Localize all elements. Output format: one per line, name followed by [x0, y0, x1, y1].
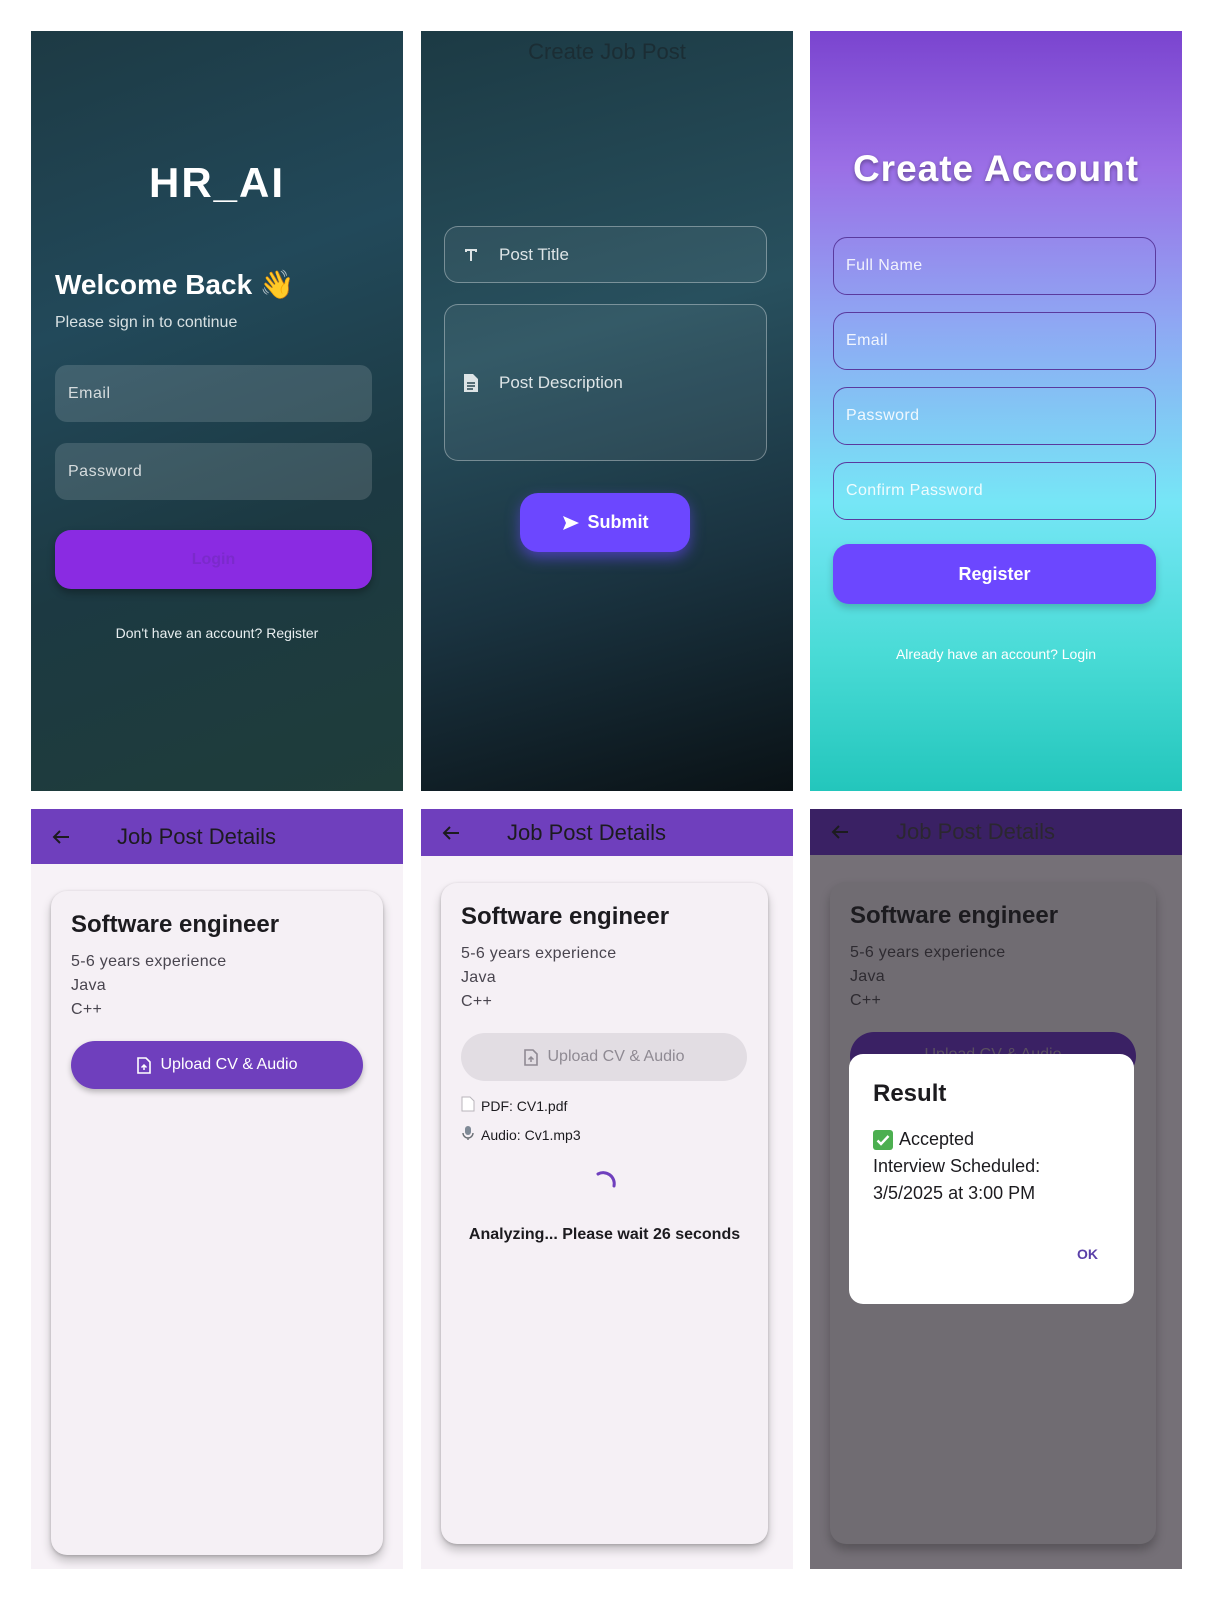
- full-name-field[interactable]: Full Name: [833, 237, 1156, 295]
- job-details-analyzing-screen: Job Post Details Software engineer 5-6 y…: [421, 809, 793, 1569]
- page-title: Create Account: [852, 148, 1140, 189]
- skill-line: Java: [71, 977, 106, 994]
- result-dialog: Result Accepted Interview Scheduled: 3/5…: [849, 1054, 1134, 1304]
- spinner-icon: [592, 1170, 618, 1201]
- pdf-file-line: PDF: CV1.pdf: [461, 1096, 567, 1115]
- job-title: Software engineer: [461, 903, 670, 930]
- analyzing-status: Analyzing... Please wait 26 seconds: [468, 1226, 741, 1243]
- document-icon: [461, 373, 481, 393]
- back-arrow-icon[interactable]: [830, 822, 850, 842]
- password-field[interactable]: Password: [833, 387, 1156, 445]
- login-button[interactable]: Login: [55, 530, 372, 589]
- email-field[interactable]: Email: [55, 365, 372, 422]
- password-field[interactable]: Password: [55, 443, 372, 500]
- audio-file-name: Audio: Cv1.mp3: [481, 1126, 581, 1143]
- register-link[interactable]: Don't have an account? Register: [31, 625, 403, 641]
- job-details-result-screen: Job Post Details Software engineer 5-6 y…: [810, 809, 1182, 1569]
- login-screen: HR_AI Welcome Back 👋 Please sign in to c…: [31, 31, 403, 791]
- text-title-icon: [461, 245, 481, 265]
- check-mark-icon: [873, 1129, 893, 1150]
- experience-line: 5-6 years experience: [850, 944, 1006, 961]
- app-bar: Job Post Details: [421, 809, 793, 856]
- email-field[interactable]: Email: [833, 312, 1156, 370]
- welcome-heading: Welcome Back 👋: [55, 269, 295, 300]
- app-bar: Job Post Details: [810, 809, 1182, 855]
- skill-line: C++: [850, 992, 882, 1009]
- register-button[interactable]: Register: [833, 544, 1156, 604]
- skill-line: Java: [461, 969, 496, 986]
- send-icon: [562, 515, 580, 531]
- ok-button[interactable]: OK: [1077, 1246, 1098, 1262]
- page-title: Create Job Post: [528, 39, 686, 64]
- back-arrow-icon[interactable]: [441, 823, 461, 843]
- register-screen: Create Account Full Name Email Password …: [810, 31, 1182, 791]
- login-link[interactable]: Already have an account? Login: [810, 646, 1182, 662]
- skill-line: C++: [461, 993, 493, 1010]
- interview-label: Interview Scheduled:: [873, 1156, 1041, 1176]
- create-post-screen: Create Job Post Post Title Post Descript…: [421, 31, 793, 791]
- upload-file-icon: [523, 1048, 538, 1066]
- app-bar: Job Post Details: [31, 809, 403, 864]
- job-details-screen: Job Post Details Software engineer 5-6 y…: [31, 809, 403, 1569]
- upload-file-icon: [136, 1056, 151, 1074]
- upload-cv-audio-button-disabled: Upload CV & Audio: [461, 1033, 747, 1081]
- interview-datetime: 3/5/2025 at 3:00 PM: [873, 1183, 1036, 1203]
- app-title: HR_AI: [148, 159, 286, 206]
- post-description-field[interactable]: Post Description: [444, 304, 767, 461]
- dialog-title: Result: [873, 1080, 947, 1107]
- experience-line: 5-6 years experience: [71, 953, 227, 970]
- appbar-title: Job Post Details: [117, 823, 276, 849]
- result-status-line: Accepted: [873, 1129, 974, 1150]
- job-card: Software engineer 5-6 years experience J…: [441, 883, 768, 1544]
- appbar-title: Job Post Details: [507, 819, 666, 845]
- appbar-title: Job Post Details: [896, 819, 1055, 844]
- upload-label: Upload CV & Audio: [160, 1056, 298, 1073]
- upload-cv-audio-button[interactable]: Upload CV & Audio: [71, 1041, 363, 1089]
- microphone-icon: [461, 1125, 475, 1144]
- submit-button[interactable]: Submit: [520, 493, 690, 552]
- post-title-placeholder: Post Title: [499, 244, 569, 264]
- confirm-password-field[interactable]: Confirm Password: [833, 462, 1156, 520]
- result-status: Accepted: [899, 1129, 975, 1149]
- experience-line: 5-6 years experience: [461, 945, 617, 962]
- upload-label: Upload CV & Audio: [547, 1048, 685, 1065]
- post-title-field[interactable]: Post Title: [444, 226, 767, 283]
- post-description-placeholder: Post Description: [499, 372, 623, 392]
- pdf-file-name: PDF: CV1.pdf: [481, 1097, 568, 1114]
- job-card: Software engineer 5-6 years experience J…: [51, 891, 383, 1555]
- job-title: Software engineer: [71, 911, 280, 938]
- audio-file-line: Audio: Cv1.mp3: [461, 1125, 581, 1144]
- job-title: Software engineer: [850, 902, 1059, 929]
- pdf-icon: [461, 1096, 475, 1115]
- signin-subtitle: Please sign in to continue: [55, 314, 238, 331]
- skill-line: C++: [71, 1001, 103, 1018]
- submit-label: Submit: [587, 512, 649, 532]
- back-arrow-icon[interactable]: [51, 827, 71, 847]
- skill-line: Java: [850, 968, 885, 985]
